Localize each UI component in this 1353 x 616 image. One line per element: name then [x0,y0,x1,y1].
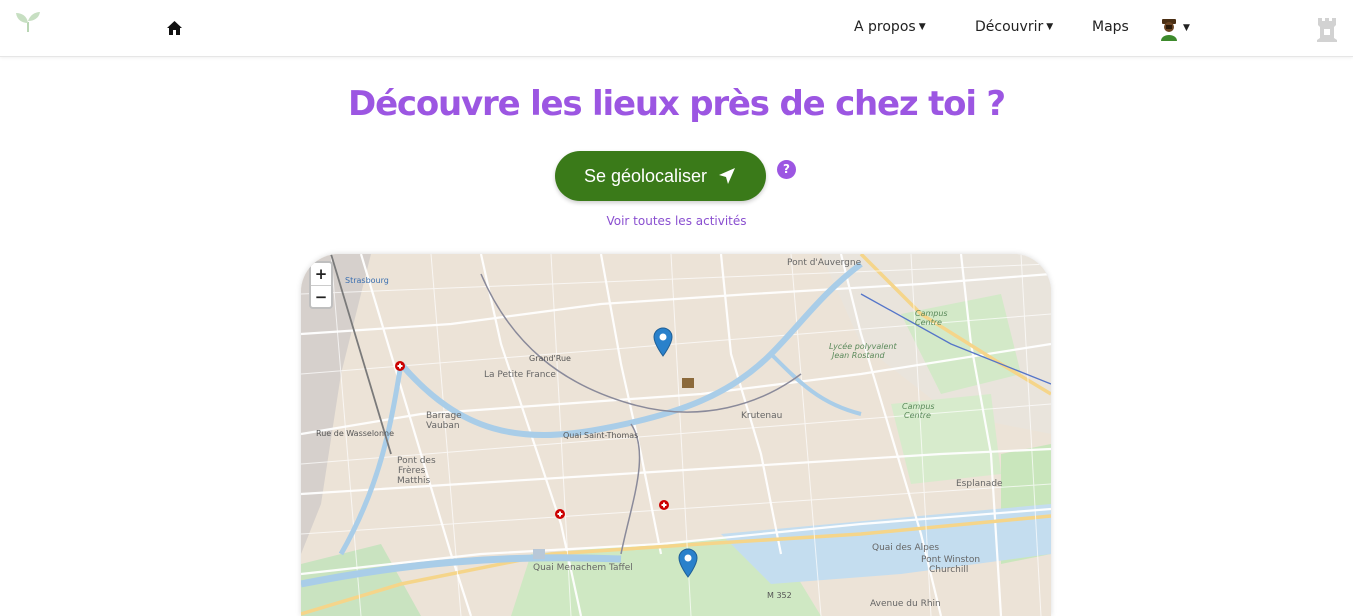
nav-maps-label: Maps [1092,19,1129,35]
map-label-krutenau: Krutenau [741,411,783,421]
map-label-m352: M 352 [767,591,792,600]
map-label-esplanade: Esplanade [956,479,1003,489]
location-arrow-icon [719,168,736,184]
navbar: A propos ▼ Découvrir ▼ Maps ▼ [0,0,1353,57]
nav-about-label: A propos [854,19,916,35]
sprout-logo-icon[interactable] [14,10,42,34]
caret-down-icon: ▼ [1046,22,1054,32]
map-label-freres: Frères [398,466,426,476]
map-label-quai-menachem: Quai Menachem Taffel [533,563,633,573]
caret-down-icon: ▼ [918,22,926,32]
zoom-control: + − [309,261,333,309]
map-label-quai-alpes: Quai des Alpes [872,543,940,553]
geolocate-button-label: Se géolocaliser [583,165,708,186]
map-label-campus-centre: Campus [902,402,935,411]
map-label-campus-centre-top-2: Centre [915,318,942,327]
zoom-in-button[interactable]: + [311,263,331,285]
map-label-vauban: Vauban [426,421,460,431]
map-label-churchill: Churchill [929,565,969,575]
map-label-matthis: Matthis [397,476,431,486]
avatar-caret-down-icon[interactable]: ▼ [1183,23,1190,33]
map-marker-icon[interactable] [653,327,673,357]
map-label-pont-des: Pont des [397,456,436,466]
map-label-campus-centre-top: Campus [915,309,948,318]
map-label-grand-rue: Grand'Rue [529,354,571,363]
user-avatar-icon[interactable] [1158,17,1180,41]
map-label-avenue-rhin: Avenue du Rhin [870,599,941,609]
all-activities-link[interactable]: Voir toutes les activités [0,214,1353,228]
map-marker-icon[interactable] [678,548,698,578]
home-icon[interactable] [166,20,183,36]
map-label-pont-winston: Pont Winston [921,555,981,565]
map-label-petite-france: La Petite France [484,370,556,380]
map-label-pont-auvergne: Pont d'Auvergne [787,258,862,268]
map-label-strasbourg: Strasbourg [345,276,389,285]
map-label-lycee-2: Jean Rostand [832,351,885,360]
map-label-wasselonne: Rue de Wasselonne [316,429,395,438]
zoom-out-button[interactable]: − [311,285,331,307]
map-label-barrage: Barrage [426,411,462,421]
geolocate-button[interactable]: Se géolocaliser [555,151,766,201]
page-title: Découvre les lieux près de chez toi ? [348,84,1006,124]
nav-discover-label: Découvrir [975,19,1044,35]
map-label-lycee: Lycée polyvalent [829,342,897,351]
castle-tower-icon[interactable] [1316,16,1338,42]
nav-maps[interactable]: Maps [1092,19,1129,35]
nav-about[interactable]: A propos ▼ [854,19,926,35]
map-label-saint-thomas: Quai Saint-Thomas [563,431,639,440]
help-icon[interactable]: ? [777,160,796,179]
map-label-campus-centre-2: Centre [904,411,931,420]
nav-discover[interactable]: Découvrir ▼ [975,19,1053,35]
map-view[interactable]: + − Strasbourg Pont d'Auvergne La Petite… [301,254,1051,616]
